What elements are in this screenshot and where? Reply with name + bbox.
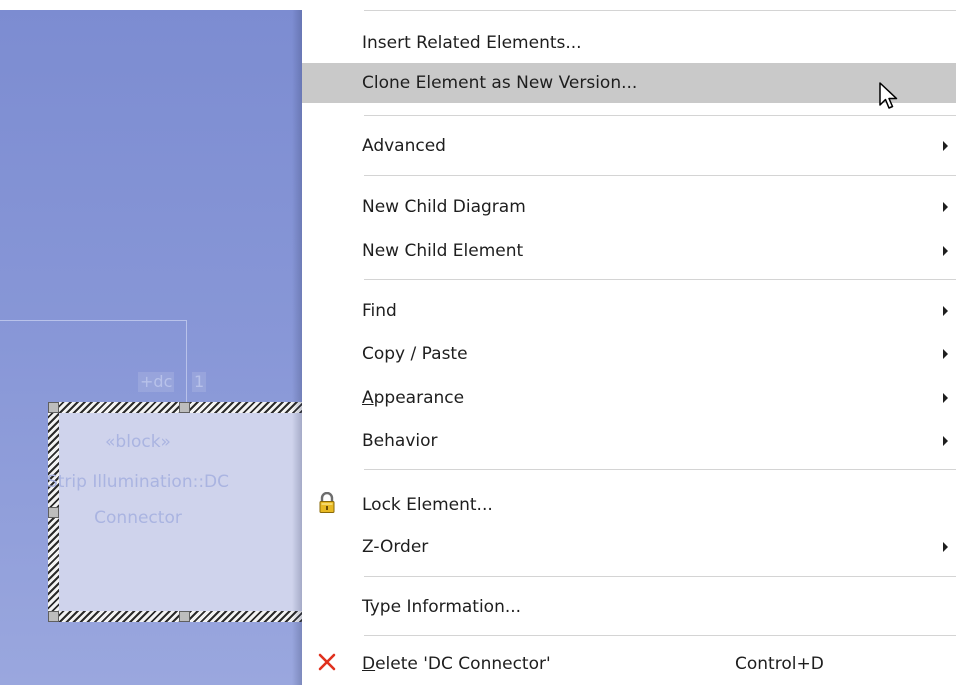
canvas-top-strip <box>0 0 302 10</box>
menu-shadow <box>292 10 302 685</box>
block-element[interactable]: «block» Strip Illumination::DC Connector <box>47 402 302 622</box>
menu-separator <box>364 635 956 636</box>
menu-item-find[interactable]: Find <box>302 292 956 330</box>
menu-item-new-child-diagram[interactable]: New Child Diagram <box>302 188 956 226</box>
multiplicity-label: 1 <box>192 372 207 392</box>
menu-separator <box>364 10 956 11</box>
block-stereotype: «block» <box>105 432 171 452</box>
menu-item-clone-element-as-new-version[interactable]: Clone Element as New Version... <box>302 63 956 103</box>
menu-item-delete-dc-connector[interactable]: Delete 'DC Connector' Control+D <box>302 645 956 683</box>
connector-line-horizontal[interactable] <box>0 320 187 321</box>
menu-separator <box>364 469 956 470</box>
menu-item-type-information[interactable]: Type Information... <box>302 588 956 626</box>
submenu-arrow-icon <box>943 141 948 151</box>
padlock-icon <box>318 491 336 518</box>
menu-item-insert-related-elements[interactable]: Insert Related Elements... <box>302 24 956 62</box>
menu-separator <box>364 279 956 280</box>
selection-border-bottom <box>48 611 302 622</box>
menu-item-label: Behavior <box>362 431 438 451</box>
resize-handle-top-middle[interactable] <box>179 402 190 413</box>
menu-item-label: Z-Order <box>362 537 429 557</box>
menu-item-label: Copy / Paste <box>362 344 468 364</box>
menu-item-advanced[interactable]: Advanced <box>302 127 956 165</box>
menu-item-lock-element[interactable]: Lock Element... <box>302 486 956 524</box>
menu-item-label: Lock Element... <box>362 495 493 515</box>
menu-separator <box>364 576 956 577</box>
context-menu: Insert Related Elements... Clone Element… <box>302 0 956 685</box>
block-name-line2: Connector <box>94 508 182 528</box>
submenu-arrow-icon <box>943 246 948 256</box>
menu-item-label: Advanced <box>362 136 446 156</box>
menu-item-label: New Child Diagram <box>362 197 526 217</box>
menu-item-appearance[interactable]: Appearance <box>302 379 956 417</box>
submenu-arrow-icon <box>943 542 948 552</box>
menu-item-label: Find <box>362 301 397 321</box>
diagram-canvas[interactable]: +dc 1 «block» Strip Illumination::DC Con… <box>0 0 302 685</box>
selection-border-top <box>48 402 302 413</box>
menu-item-new-child-element[interactable]: New Child Element <box>302 232 956 270</box>
submenu-arrow-icon <box>943 306 948 316</box>
port-label: +dc <box>138 372 175 392</box>
menu-separator <box>364 115 956 116</box>
mouse-cursor-icon <box>879 82 898 109</box>
block-name-line1: Strip Illumination::DC <box>46 472 230 492</box>
menu-item-behavior[interactable]: Behavior <box>302 422 956 460</box>
menu-item-label: Appearance <box>362 388 465 408</box>
menu-item-shortcut: Control+D <box>735 654 824 674</box>
menu-item-label: Insert Related Elements... <box>362 33 582 53</box>
menu-item-label: New Child Element <box>362 241 524 261</box>
resize-handle-bottom-middle[interactable] <box>179 611 190 622</box>
menu-item-z-order[interactable]: Z-Order <box>302 528 956 566</box>
submenu-arrow-icon <box>943 349 948 359</box>
submenu-arrow-icon <box>943 202 948 212</box>
submenu-arrow-icon <box>943 393 948 403</box>
submenu-arrow-icon <box>943 436 948 446</box>
resize-handle-bottom-left[interactable] <box>48 611 59 622</box>
menu-item-label: Clone Element as New Version... <box>362 73 638 93</box>
resize-handle-top-left[interactable] <box>48 402 59 413</box>
connector-line-vertical[interactable] <box>186 320 187 402</box>
menu-item-label: Delete 'DC Connector' <box>362 654 551 674</box>
menu-separator <box>364 175 956 176</box>
menu-item-copy-paste[interactable]: Copy / Paste <box>302 335 956 373</box>
delete-x-icon <box>318 653 336 675</box>
menu-item-label: Type Information... <box>362 597 522 617</box>
